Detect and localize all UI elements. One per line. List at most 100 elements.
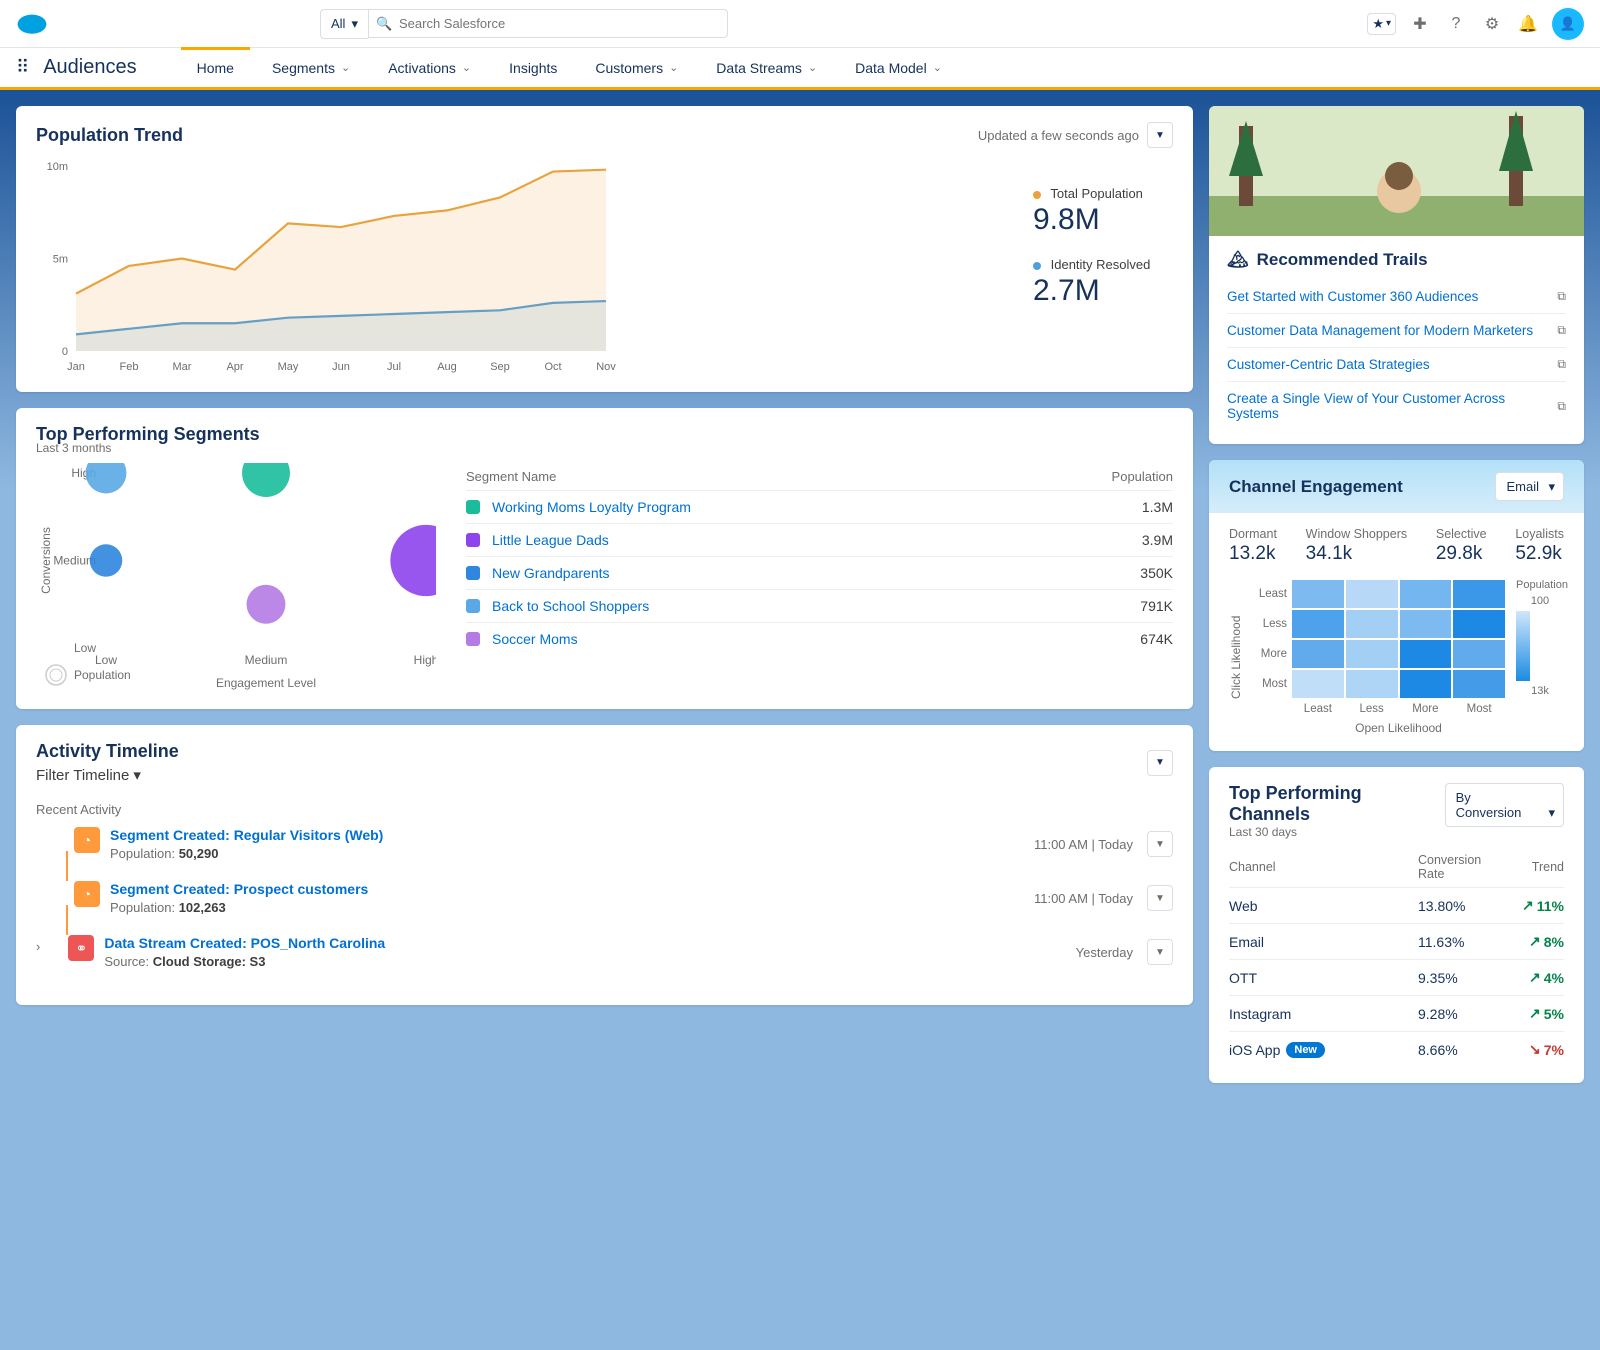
setup-button[interactable]: ⚙ bbox=[1480, 12, 1504, 36]
heatmap-cell[interactable] bbox=[1346, 640, 1398, 668]
population-trend-card: Population Trend Updated a few seconds a… bbox=[16, 106, 1193, 392]
engagement-stat: Window Shoppers 34.1k bbox=[1306, 527, 1407, 565]
segment-population: 3.9M bbox=[1142, 532, 1173, 548]
heatmap-cell[interactable] bbox=[1292, 610, 1344, 638]
heatmap-cell[interactable] bbox=[1346, 580, 1398, 608]
chevron-down-icon: ⌄ bbox=[669, 61, 678, 74]
segment-name-link[interactable]: Soccer Moms bbox=[492, 631, 1140, 647]
svg-text:May: May bbox=[278, 361, 299, 373]
heatmap-col-label: Least bbox=[1291, 699, 1345, 715]
col-trend: Trend bbox=[1508, 853, 1564, 881]
activity-item: ◔ Segment Created: Prospect customers Po… bbox=[36, 881, 1173, 915]
segment-row[interactable]: Little League Dads 3.9M bbox=[466, 523, 1173, 556]
card-menu-button[interactable]: ▼ bbox=[1147, 122, 1173, 148]
tab-customers[interactable]: Customers ⌄ bbox=[579, 50, 694, 86]
grid-icon: ⠿ bbox=[16, 57, 29, 77]
search-scope-dropdown[interactable]: All▾ bbox=[320, 9, 368, 39]
segment-row[interactable]: New Grandparents 350K bbox=[466, 556, 1173, 589]
activity-item: › ⚭ Data Stream Created: POS_North Carol… bbox=[36, 935, 1173, 969]
chevron-down-icon: ▼ bbox=[1155, 839, 1165, 850]
channel-row: Instagram 9.28% ↗5% bbox=[1229, 995, 1564, 1031]
heatmap-cell[interactable] bbox=[1400, 610, 1452, 638]
arrow-up-icon: ↗ bbox=[1529, 1005, 1541, 1022]
salesforce-logo bbox=[16, 13, 48, 35]
heatmap-cell[interactable] bbox=[1346, 610, 1398, 638]
svg-text:Low: Low bbox=[95, 653, 117, 667]
activity-menu-button[interactable]: ▼ bbox=[1147, 885, 1173, 911]
help-button[interactable]: ? bbox=[1444, 12, 1468, 36]
svg-text:Nov: Nov bbox=[596, 361, 616, 373]
last-updated-label: Updated a few seconds ago bbox=[978, 128, 1139, 143]
tab-data-model[interactable]: Data Model ⌄ bbox=[839, 50, 958, 86]
segment-swatch bbox=[466, 566, 480, 580]
chevron-down-icon: ▼ bbox=[1155, 893, 1165, 904]
conversion-rate: 13.80% bbox=[1418, 898, 1508, 914]
col-segment-name: Segment Name bbox=[466, 469, 556, 484]
segment-name-link[interactable]: Little League Dads bbox=[492, 532, 1142, 548]
svg-text:Medium: Medium bbox=[53, 554, 96, 568]
heatmap-cell[interactable] bbox=[1400, 580, 1452, 608]
heatmap-cell[interactable] bbox=[1453, 610, 1505, 638]
segment-name-link[interactable]: New Grandparents bbox=[492, 565, 1140, 581]
card-title: Population Trend bbox=[36, 125, 183, 146]
expand-chevron[interactable]: › bbox=[36, 939, 40, 954]
search-input[interactable] bbox=[368, 9, 728, 38]
tab-activations[interactable]: Activations ⌄ bbox=[372, 50, 487, 86]
activity-title-link[interactable]: Segment Created: Regular Visitors (Web) bbox=[110, 827, 383, 843]
svg-text:Apr: Apr bbox=[226, 361, 243, 373]
segment-row[interactable]: Working Moms Loyalty Program 1.3M bbox=[466, 490, 1173, 523]
channel-selector-dropdown[interactable]: Email ▾ bbox=[1495, 472, 1564, 501]
trail-link[interactable]: Customer Data Management for Modern Mark… bbox=[1227, 314, 1566, 348]
legend-item: Identity Resolved 2.7M bbox=[1033, 257, 1173, 308]
heatmap-cell[interactable] bbox=[1453, 670, 1505, 698]
add-button[interactable]: ✚ bbox=[1408, 12, 1432, 36]
app-launcher-button[interactable]: ⠿ bbox=[16, 57, 29, 78]
user-icon: 👤 bbox=[1560, 16, 1576, 32]
chevron-down-icon: ⌄ bbox=[808, 61, 817, 74]
trail-link[interactable]: Create a Single View of Your Customer Ac… bbox=[1227, 382, 1566, 430]
activity-menu-button[interactable]: ▼ bbox=[1147, 939, 1173, 965]
timeline-menu-button[interactable]: ▼ bbox=[1147, 750, 1173, 776]
conversion-rate: 8.66% bbox=[1418, 1042, 1508, 1058]
svg-text:Jan: Jan bbox=[67, 361, 85, 373]
activity-type-icon: ◔ bbox=[74, 881, 100, 907]
user-avatar[interactable]: 👤 bbox=[1552, 8, 1584, 40]
heatmap-cell[interactable] bbox=[1292, 580, 1344, 608]
heatmap-cell[interactable] bbox=[1400, 670, 1452, 698]
tab-data-streams[interactable]: Data Streams ⌄ bbox=[700, 50, 833, 86]
arrow-up-icon: ↗ bbox=[1529, 969, 1541, 986]
legend-label: Total Population bbox=[1050, 186, 1143, 201]
activity-menu-button[interactable]: ▼ bbox=[1147, 831, 1173, 857]
heatmap-cell[interactable] bbox=[1453, 640, 1505, 668]
activity-meta: Population: 50,290 bbox=[110, 846, 383, 861]
channels-sort-dropdown[interactable]: By Conversion ▾ bbox=[1445, 783, 1564, 827]
heatmap-cell[interactable] bbox=[1400, 640, 1452, 668]
segment-row[interactable]: Soccer Moms 674K bbox=[466, 622, 1173, 655]
segment-row[interactable]: Back to School Shoppers 791K bbox=[466, 589, 1173, 622]
heatmap-cell[interactable] bbox=[1453, 580, 1505, 608]
legend-min: 13k bbox=[1516, 685, 1564, 697]
app-title: Audiences bbox=[43, 56, 136, 79]
favorites-button[interactable]: ★▾ bbox=[1367, 13, 1396, 35]
population-trend-chart: 05m10mJanFebMarAprMayJunJulAugSepOctNov bbox=[36, 156, 1013, 376]
segment-name-link[interactable]: Back to School Shoppers bbox=[492, 598, 1140, 614]
tab-home[interactable]: Home bbox=[181, 47, 250, 86]
heatmap-cell[interactable] bbox=[1346, 670, 1398, 698]
heatmap-cell[interactable] bbox=[1292, 640, 1344, 668]
trail-link[interactable]: Customer-Centric Data Strategies⧉ bbox=[1227, 348, 1566, 382]
heatmap-col-label: Most bbox=[1452, 699, 1506, 715]
heatmap-cell[interactable] bbox=[1292, 670, 1344, 698]
legend-gradient bbox=[1516, 611, 1530, 681]
tab-segments[interactable]: Segments ⌄ bbox=[256, 50, 366, 86]
svg-text:Sep: Sep bbox=[490, 361, 510, 373]
segment-name-link[interactable]: Working Moms Loyalty Program bbox=[492, 499, 1142, 515]
segment-swatch bbox=[466, 533, 480, 547]
trail-link[interactable]: Get Started with Customer 360 Audiences⧉ bbox=[1227, 280, 1566, 314]
filter-timeline-dropdown[interactable]: Filter Timeline▾ bbox=[36, 766, 179, 784]
tab-insights[interactable]: Insights bbox=[493, 50, 573, 86]
external-link-icon: ⧉ bbox=[1557, 357, 1566, 372]
svg-text:Low: Low bbox=[74, 641, 96, 655]
activity-title-link[interactable]: Segment Created: Prospect customers bbox=[110, 881, 368, 897]
notifications-button[interactable]: 🔔 bbox=[1516, 12, 1540, 36]
activity-title-link[interactable]: Data Stream Created: POS_North Carolina bbox=[104, 935, 385, 951]
